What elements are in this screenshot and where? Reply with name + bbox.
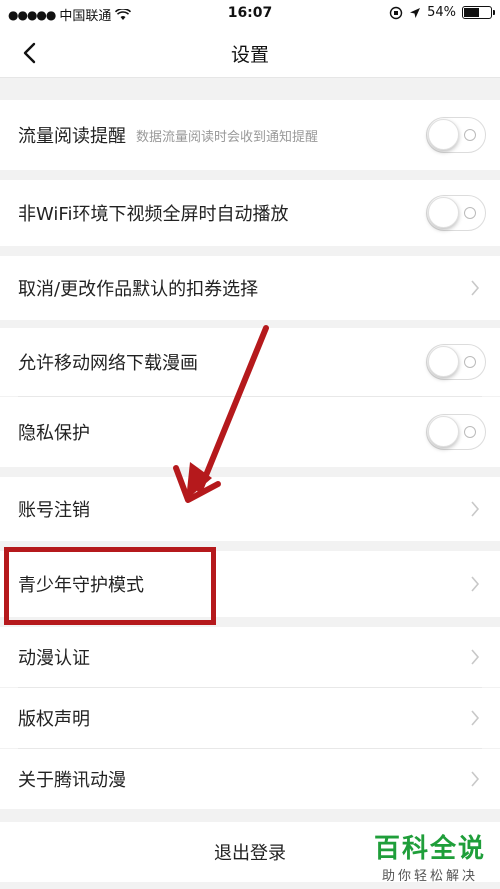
setting-row-autoplay-video[interactable]: 非WiFi环境下视频全屏时自动播放 xyxy=(0,180,500,246)
toggle-off-icon xyxy=(464,129,476,141)
toggle-off-icon xyxy=(464,426,476,438)
toggle-off-icon xyxy=(464,207,476,219)
battery-percent: 54% xyxy=(427,5,456,20)
setting-label: 动漫认证 xyxy=(18,648,90,669)
setting-row-account-cancel[interactable]: 账号注销 xyxy=(0,477,500,541)
setting-label: 隐私保护 xyxy=(18,423,90,444)
setting-row-coupon-choice[interactable]: 取消/更改作品默认的扣券选择 xyxy=(0,256,500,320)
toggle-knob xyxy=(428,416,459,447)
watermark-subtitle: 助你轻松解决 xyxy=(381,869,478,884)
highlight-box xyxy=(4,547,216,625)
autoplay-video-toggle[interactable] xyxy=(426,195,486,231)
watermark: 百科全说 助你轻松解决 xyxy=(374,828,486,884)
traffic-reminder-toggle[interactable] xyxy=(426,117,486,153)
status-bar: ●●●●● 中国联通 16:07 54% xyxy=(0,0,500,28)
toggle-knob xyxy=(428,119,459,150)
battery-icon xyxy=(462,6,495,19)
location-icon xyxy=(410,7,421,18)
setting-row-copyright[interactable]: 版权声明 xyxy=(0,688,500,748)
chevron-right-icon xyxy=(471,501,480,517)
orientation-lock-icon xyxy=(389,6,403,19)
status-right: 54% xyxy=(389,5,495,20)
setting-label: 关于腾讯动漫 xyxy=(18,770,126,791)
setting-label: 流量阅读提醒 xyxy=(18,126,126,147)
toggle-knob xyxy=(428,197,459,228)
battery-fill xyxy=(464,8,480,17)
chevron-right-icon xyxy=(471,576,480,592)
setting-row-about[interactable]: 关于腾讯动漫 xyxy=(0,749,500,809)
setting-row-privacy[interactable]: 隐私保护 xyxy=(0,397,500,467)
chevron-right-icon xyxy=(471,710,480,726)
setting-label: 账号注销 xyxy=(18,500,90,521)
mobile-download-toggle[interactable] xyxy=(426,344,486,380)
setting-row-comic-certification[interactable]: 动漫认证 xyxy=(0,627,500,687)
logout-label: 退出登录 xyxy=(214,843,286,864)
toggle-off-icon xyxy=(464,356,476,368)
watermark-title: 百科全说 xyxy=(373,834,486,864)
setting-label: 允许移动网络下载漫画 xyxy=(18,353,198,374)
chevron-right-icon xyxy=(471,649,480,665)
setting-sublabel: 数据流量阅读时会收到通知提醒 xyxy=(136,129,319,145)
setting-label: 非WiFi环境下视频全屏时自动播放 xyxy=(18,204,289,225)
setting-label: 版权声明 xyxy=(18,709,90,730)
toggle-knob xyxy=(428,346,459,377)
page-title: 设置 xyxy=(230,44,269,66)
setting-label: 取消/更改作品默认的扣券选择 xyxy=(18,279,259,300)
setting-row-traffic-reminder[interactable]: 流量阅读提醒 数据流量阅读时会收到通知提醒 xyxy=(0,100,500,170)
privacy-toggle[interactable] xyxy=(426,414,486,450)
chevron-right-icon xyxy=(471,280,480,296)
setting-row-mobile-download[interactable]: 允许移动网络下载漫画 xyxy=(0,328,500,396)
chevron-right-icon xyxy=(471,771,480,787)
nav-bar: 设置 xyxy=(0,28,500,78)
